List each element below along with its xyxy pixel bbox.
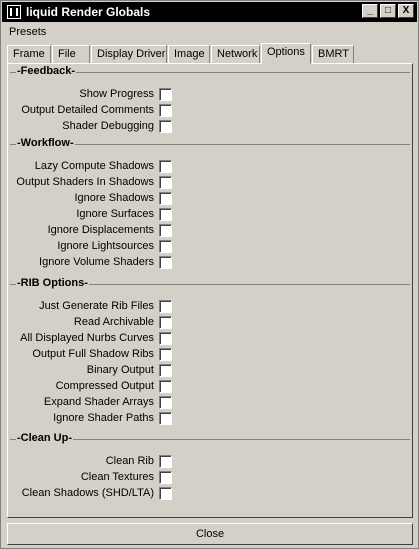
option-row: All Displayed Nurbs Curves bbox=[10, 331, 180, 347]
option-row: Read Archivable bbox=[10, 315, 180, 331]
option-row: Ignore Volume Shaders bbox=[10, 255, 180, 271]
option-checkbox[interactable] bbox=[159, 192, 172, 205]
tab-display-driver[interactable]: Display Driver bbox=[91, 45, 167, 63]
option-row: Ignore Shader Paths bbox=[10, 411, 180, 427]
section-clean-up: -Clean Up- Clean Rib Clean Textures Clean S… bbox=[10, 432, 410, 513]
option-label: Ignore Volume Shaders bbox=[39, 256, 154, 268]
option-label: Just Generate Rib Files bbox=[39, 300, 154, 312]
option-label: Shader Debugging bbox=[62, 120, 154, 132]
option-row: Just Generate Rib Files bbox=[10, 299, 180, 315]
option-row: Show Progress bbox=[10, 87, 180, 103]
option-checkbox[interactable] bbox=[159, 104, 172, 117]
section-feedback: -Feedback- Show Progress Output Detailed C… bbox=[10, 65, 410, 146]
option-row: Clean Rib bbox=[10, 454, 180, 470]
option-row: Output Shaders In Shadows bbox=[10, 175, 180, 191]
maya-app-icon[interactable] bbox=[7, 5, 21, 19]
option-label: Ignore Shadows bbox=[74, 192, 155, 204]
option-label: Binary Output bbox=[86, 364, 154, 376]
option-checkbox[interactable] bbox=[159, 256, 172, 269]
menu-presets[interactable]: Presets bbox=[9, 26, 46, 38]
option-label: Show Progress bbox=[79, 88, 154, 100]
close-window-button[interactable]: X bbox=[398, 4, 414, 18]
option-checkbox[interactable] bbox=[159, 396, 172, 409]
option-row: Ignore Surfaces bbox=[10, 207, 180, 223]
option-label: Ignore Shader Paths bbox=[53, 412, 154, 424]
option-checkbox[interactable] bbox=[159, 208, 172, 221]
section-rib-options: -RIB Options- Just Generate Rib Files Read… bbox=[10, 277, 410, 438]
minimize-button[interactable]: _ bbox=[362, 4, 378, 18]
option-label: All Displayed Nurbs Curves bbox=[20, 332, 154, 344]
section-workflow: -Workflow- Lazy Compute Shadows Output Sha… bbox=[10, 137, 410, 282]
option-row: Output Full Shadow Ribs bbox=[10, 347, 180, 363]
option-row: Clean Shadows (SHD/LTA) bbox=[10, 486, 180, 502]
tab-network[interactable]: Network bbox=[211, 45, 260, 63]
tab-bmrt[interactable]: BMRT bbox=[312, 45, 354, 63]
menu-bar: Presets bbox=[9, 26, 46, 38]
option-label: Clean Textures bbox=[80, 471, 154, 483]
option-label: Compressed Output bbox=[55, 380, 154, 392]
option-checkbox[interactable] bbox=[159, 300, 172, 313]
option-checkbox[interactable] bbox=[159, 471, 172, 484]
option-checkbox[interactable] bbox=[159, 224, 172, 237]
option-checkbox[interactable] bbox=[159, 487, 172, 500]
option-row: Binary Output bbox=[10, 363, 180, 379]
tab-options[interactable]: Options bbox=[261, 43, 311, 64]
option-row: Compressed Output bbox=[10, 379, 180, 395]
tab-image[interactable]: Image bbox=[168, 45, 210, 63]
option-label: Lazy Compute Shadows bbox=[34, 160, 154, 172]
option-checkbox[interactable] bbox=[159, 364, 172, 377]
option-checkbox[interactable] bbox=[159, 455, 172, 468]
option-row: Ignore Displacements bbox=[10, 223, 180, 239]
title-bar[interactable]: liquid Render Globals _ □ X bbox=[2, 2, 417, 22]
maximize-button[interactable]: □ bbox=[380, 4, 396, 18]
option-label: Read Archivable bbox=[73, 316, 154, 328]
section-title: -Feedback- bbox=[16, 65, 77, 77]
option-label: Output Full Shadow Ribs bbox=[32, 348, 154, 360]
option-label: Ignore Lightsources bbox=[57, 240, 154, 252]
render-globals-window: liquid Render Globals _ □ X Presets Fram… bbox=[0, 0, 419, 549]
option-row: Shader Debugging bbox=[10, 119, 180, 135]
option-checkbox[interactable] bbox=[159, 160, 172, 173]
option-checkbox[interactable] bbox=[159, 412, 172, 425]
option-row: Lazy Compute Shadows bbox=[10, 159, 180, 175]
option-row: Ignore Lightsources bbox=[10, 239, 180, 255]
option-row: Expand Shader Arrays bbox=[10, 395, 180, 411]
option-checkbox[interactable] bbox=[159, 120, 172, 133]
option-label: Ignore Surfaces bbox=[76, 208, 154, 220]
option-label: Output Shaders In Shadows bbox=[16, 176, 154, 188]
option-label: Clean Shadows (SHD/LTA) bbox=[21, 487, 154, 499]
option-row: Clean Textures bbox=[10, 470, 180, 486]
option-checkbox[interactable] bbox=[159, 316, 172, 329]
section-title: -RIB Options- bbox=[16, 277, 89, 289]
option-checkbox[interactable] bbox=[159, 88, 172, 101]
tab-file[interactable]: File bbox=[52, 45, 90, 63]
section-title: -Clean Up- bbox=[16, 432, 73, 444]
section-title: -Workflow- bbox=[16, 137, 75, 149]
option-row: Output Detailed Comments bbox=[10, 103, 180, 119]
option-label: Clean Rib bbox=[105, 455, 154, 467]
option-label: Expand Shader Arrays bbox=[43, 396, 154, 408]
tab-frame[interactable]: Frame bbox=[7, 45, 51, 63]
options-panel: -Feedback- Show Progress Output Detailed C… bbox=[7, 63, 413, 518]
option-checkbox[interactable] bbox=[159, 240, 172, 253]
option-checkbox[interactable] bbox=[159, 348, 172, 361]
option-row: Ignore Shadows bbox=[10, 191, 180, 207]
window-title: liquid Render Globals bbox=[26, 5, 151, 19]
option-checkbox[interactable] bbox=[159, 380, 172, 393]
option-checkbox[interactable] bbox=[159, 176, 172, 189]
option-label: Ignore Displacements bbox=[47, 224, 154, 236]
option-label: Output Detailed Comments bbox=[21, 104, 154, 116]
close-button[interactable]: Close bbox=[7, 523, 413, 545]
option-checkbox[interactable] bbox=[159, 332, 172, 345]
